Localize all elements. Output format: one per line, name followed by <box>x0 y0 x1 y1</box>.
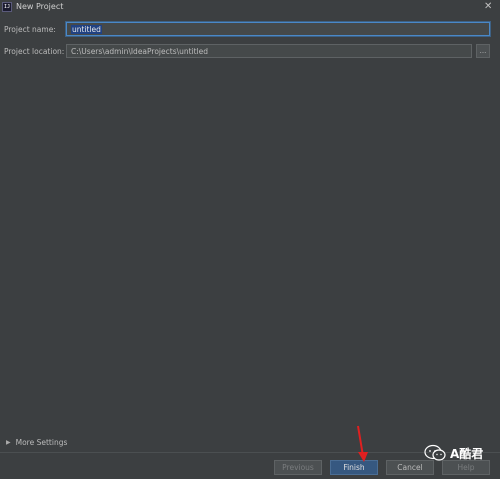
project-location-value: C:\Users\admin\IdeaProjects\untitled <box>71 46 209 56</box>
project-location-label: Project location: <box>4 47 65 56</box>
title-bar: IJ New Project ✕ <box>0 0 500 14</box>
project-name-label: Project name: <box>4 25 56 34</box>
watermark: A酷君 <box>424 444 483 462</box>
previous-button[interactable]: Previous <box>274 460 322 475</box>
help-button[interactable]: Help <box>442 460 490 475</box>
close-icon[interactable]: ✕ <box>484 1 492 12</box>
watermark-text: A酷君 <box>450 446 484 461</box>
more-settings-label: More Settings <box>15 438 68 447</box>
window-title: New Project <box>16 2 64 11</box>
browse-button[interactable]: ... <box>476 44 490 58</box>
cancel-button[interactable]: Cancel <box>386 460 434 475</box>
annotation-arrow-icon <box>357 425 368 462</box>
more-settings-toggle[interactable]: ▶ More Settings <box>6 438 67 447</box>
project-name-value: untitled <box>71 24 102 34</box>
intellij-app-icon: IJ <box>2 2 12 12</box>
expand-triangle-icon: ▶ <box>6 439 11 446</box>
app-icon-letters: IJ <box>3 3 11 10</box>
project-name-input[interactable]: untitled <box>66 22 490 36</box>
wechat-icon <box>424 444 446 461</box>
project-location-input[interactable]: C:\Users\admin\IdeaProjects\untitled <box>66 44 472 58</box>
finish-button[interactable]: Finish <box>330 460 378 475</box>
